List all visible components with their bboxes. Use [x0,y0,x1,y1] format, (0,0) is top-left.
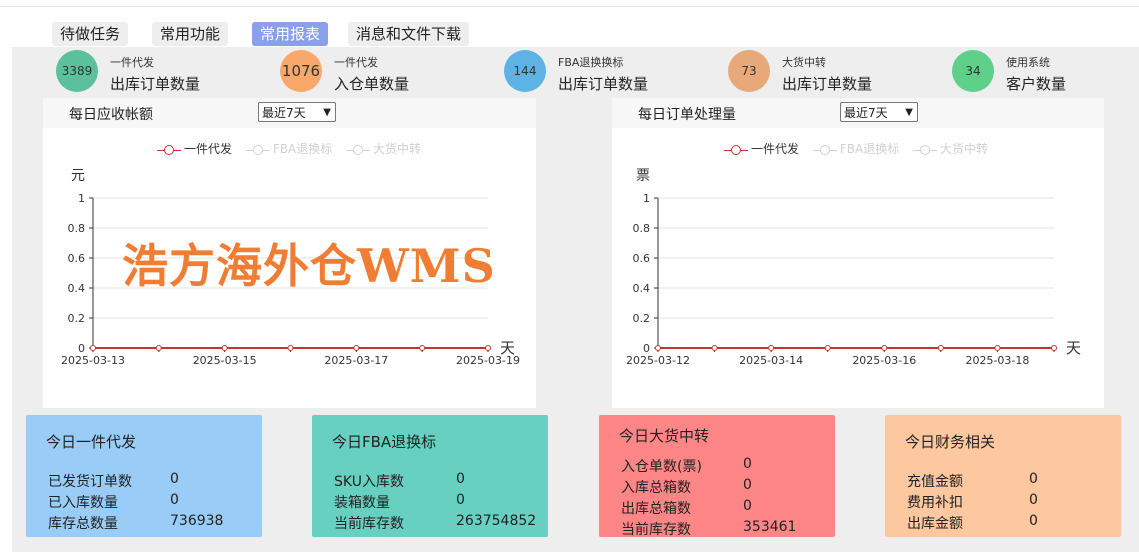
top-bar [0,0,1139,7]
stat-count-badge: 3389 [56,50,98,92]
tab-pending-tasks[interactable]: 待做任务 [52,22,129,46]
chart-title: 每日应收帐额 [69,107,153,123]
range-select[interactable]: 最近7天 ▼ [840,102,918,122]
data-point [994,345,1001,351]
data-point [824,345,831,351]
stat-label: 客户数量 [1006,75,1067,93]
y-tick-label: 0.8 [68,222,86,235]
card-row: 当前库存数 353461 [621,519,797,538]
stat-category: 一件代发 [110,56,154,69]
y-tick-label: 0.6 [633,252,651,265]
data-point [1051,345,1057,351]
chevron-down-icon: ▼ [905,107,913,118]
x-tick-label: 2025-03-14 [739,354,803,367]
y-tick-label: 1 [643,192,650,205]
card-title: 今日大货中转 [619,427,710,445]
card-today-dropship: 今日一件代发 已发货订单数 0 已入库数量 0 库存总数量 736938 [26,415,262,537]
card-row: 入库总箱数 0 [621,477,752,496]
tab-common-reports[interactable]: 常用报表 [252,22,329,46]
data-point [937,345,944,351]
data-point [419,345,426,351]
range-select-value: 最近7天 [262,106,306,120]
stat-count-badge: 34 [952,50,994,92]
stat-count-badge: 1076 [280,50,322,92]
tab-common-functions[interactable]: 常用功能 [152,22,229,46]
chevron-down-icon: ▼ [323,107,331,118]
stat-category: 使用系统 [1006,56,1050,69]
stat-count-badge: 144 [504,50,546,92]
data-point [768,345,775,351]
y-tick-label: 0.4 [633,282,651,295]
card-today-finance: 今日财务相关 充值金额 0 费用补扣 0 出库金额 0 [885,415,1121,537]
chart-panel-orders: 每日订单处理量 最近7天 ▼ 一件代发 FBA退换标 大货中转 票 0 0.2 0.4… [612,98,1104,408]
x-axis-unit: 天 [1066,339,1081,357]
data-point [881,345,888,351]
range-select[interactable]: 最近7天 ▼ [258,102,336,122]
range-select-value: 最近7天 [844,106,888,120]
stat-category: 大货中转 [782,56,826,69]
card-today-fba: 今日FBA退换标 SKU入库数 0 装箱数量 0 当前库存数 263754852 [312,415,548,537]
card-row: 已发货订单数 0 [48,471,179,490]
stat-label: 出库订单数量 [110,75,201,93]
card-row: 入仓单数(票) 0 [621,456,752,475]
card-row: SKU入库数 0 [334,471,465,490]
y-tick-label: 0.2 [633,312,651,325]
data-point [655,345,661,351]
x-tick-label: 2025-03-15 [193,354,257,367]
card-row: 出库总箱数 0 [621,498,752,517]
card-row: 装箱数量 0 [334,492,465,511]
data-point [485,345,491,351]
card-row: 费用补扣 0 [907,492,1038,511]
y-tick-label: 0.2 [68,312,86,325]
stat-label: 出库订单数量 [558,75,649,93]
brand-watermark: 浩方海外仓WMS [122,239,496,293]
data-point [221,345,228,351]
tab-messages-downloads[interactable]: 消息和文件下载 [348,22,470,46]
card-title: 今日一件代发 [46,433,137,451]
data-point [353,345,360,351]
card-title: 今日FBA退换标 [332,433,437,451]
y-tick-label: 0.8 [633,222,651,235]
card-row: 充值金额 0 [907,471,1038,490]
data-point [711,345,718,351]
x-tick-label: 2025-03-19 [456,354,520,367]
data-point [90,345,96,351]
stat-count-badge: 73 [728,50,770,92]
y-tick-label: 0.6 [68,252,86,265]
line-chart-orders: 票00.20.40.60.81天2025-03-12 2025-03-14 2025… [626,168,1081,367]
data-point [155,345,162,351]
card-today-transit: 今日大货中转 入仓单数(票) 0 入库总箱数 0 出库总箱数 0 当前库存数 35346… [599,415,835,538]
y-tick-label: 0.4 [68,282,86,295]
x-tick-label: 2025-03-13 [61,354,125,367]
card-row: 出库金额 0 [907,513,1038,532]
x-tick-label: 2025-03-12 [626,354,690,367]
x-tick-label: 2025-03-17 [324,354,388,367]
data-point [287,345,294,351]
card-title: 今日财务相关 [905,433,996,451]
y-tick-label: 1 [78,192,85,205]
x-tick-label: 2025-03-18 [965,354,1029,367]
card-row: 库存总数量 736938 [48,513,224,532]
y-axis-unit: 元 [71,168,85,184]
y-axis-unit: 票 [636,168,650,184]
stat-category: FBA退换换标 [558,56,624,69]
x-tick-label: 2025-03-16 [852,354,916,367]
stat-label: 入仓单数量 [334,75,410,93]
card-row: 已入库数量 0 [48,492,179,511]
stat-label: 出库订单数量 [782,75,873,93]
card-row: 当前库存数 263754852 [334,513,537,532]
chart-title: 每日订单处理量 [638,107,736,123]
chart-header: 每日订单处理量 最近7天 ▼ [612,98,1104,128]
stat-category: 一件代发 [334,56,378,69]
chart-header: 每日应收帐额 最近7天 ▼ [43,98,536,128]
